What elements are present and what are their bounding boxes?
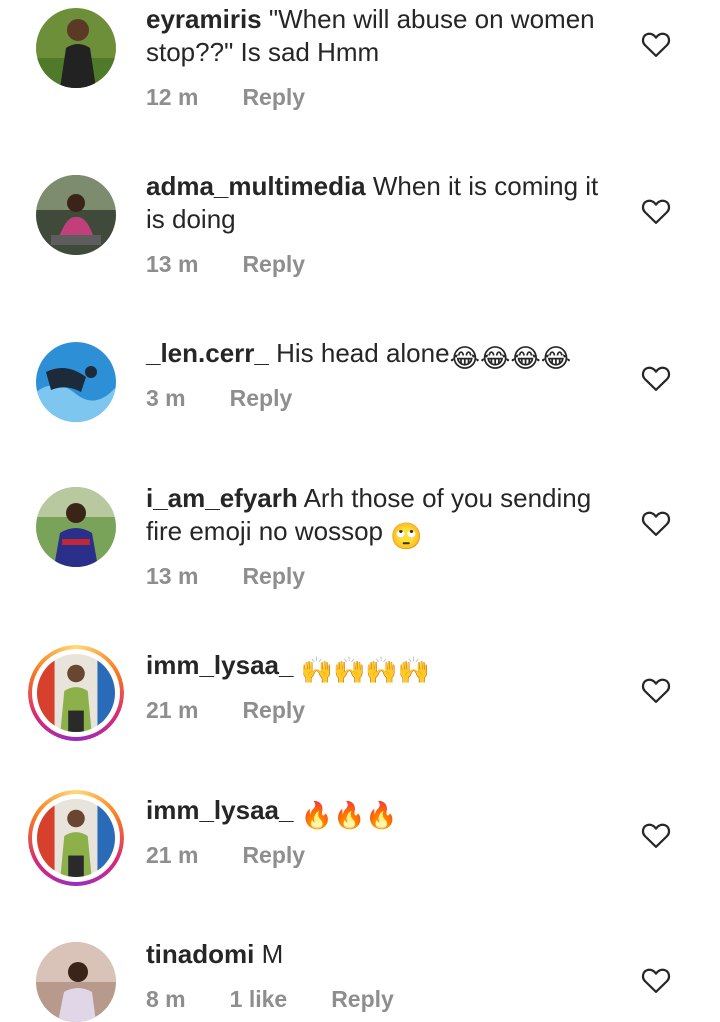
heart-outline-icon[interactable] xyxy=(641,821,671,849)
reply-button[interactable]: Reply xyxy=(230,385,293,412)
avatar[interactable] xyxy=(36,942,116,1022)
comment-body: His head alone xyxy=(276,338,450,368)
like-count[interactable]: 1 like xyxy=(230,986,288,1013)
avatar[interactable] xyxy=(36,8,116,88)
heart-outline-icon[interactable] xyxy=(641,197,671,225)
reply-button[interactable]: Reply xyxy=(331,986,394,1013)
username[interactable]: i_am_efyarh xyxy=(146,483,298,513)
heart-outline-icon[interactable] xyxy=(641,364,671,392)
emoji: 🙌🙌🙌🙌 xyxy=(300,655,431,685)
timestamp: 3 m xyxy=(146,385,186,411)
username[interactable]: imm_lysaa_ xyxy=(146,650,293,680)
heart-outline-icon[interactable] xyxy=(641,676,671,704)
timestamp: 8 m xyxy=(146,986,186,1012)
comment-body: M xyxy=(261,939,284,969)
comment-meta: 21 m Reply xyxy=(146,842,305,869)
emoji: 😂😂😂😂 xyxy=(449,343,572,373)
reply-button[interactable]: Reply xyxy=(242,84,305,111)
comment-meta: 21 m Reply xyxy=(146,697,305,724)
comment-meta: 13 m Reply xyxy=(146,251,305,278)
username[interactable]: imm_lysaa_ xyxy=(146,795,293,825)
heart-outline-icon[interactable] xyxy=(641,509,671,537)
emoji: 🔥🔥🔥 xyxy=(300,800,398,830)
avatar[interactable] xyxy=(28,645,124,741)
avatar[interactable] xyxy=(36,487,116,567)
comment-meta: 3 m Reply xyxy=(146,385,292,412)
timestamp: 21 m xyxy=(146,842,199,868)
username[interactable]: tinadomi xyxy=(146,939,254,969)
username[interactable]: _len.cerr_ xyxy=(146,338,269,368)
reply-button[interactable]: Reply xyxy=(242,697,305,724)
comment-text: _len.cerr_ His head alone😂😂😂😂 xyxy=(146,337,616,375)
username[interactable]: eyramiris xyxy=(146,4,262,34)
avatar[interactable] xyxy=(28,790,124,886)
reply-button[interactable]: Reply xyxy=(242,842,305,869)
comment-meta: 8 m 1 like Reply xyxy=(146,986,394,1013)
comment-text: eyramiris "When will abuse on women stop… xyxy=(146,3,616,69)
username[interactable]: adma_multimedia xyxy=(146,171,366,201)
timestamp: 21 m xyxy=(146,697,199,723)
emoji: 🙄 xyxy=(390,521,423,551)
avatar[interactable] xyxy=(36,342,116,422)
timestamp: 13 m xyxy=(146,251,199,277)
comment-text: tinadomi M xyxy=(146,938,616,971)
comment-text: i_am_efyarh Arh those of you sending fir… xyxy=(146,482,616,553)
comment-text: imm_lysaa_ 🔥🔥🔥 xyxy=(146,794,616,832)
comment-text: adma_multimedia When it is coming it is … xyxy=(146,170,616,236)
heart-outline-icon[interactable] xyxy=(641,30,671,58)
heart-outline-icon[interactable] xyxy=(641,966,671,994)
comment-text: imm_lysaa_ 🙌🙌🙌🙌 xyxy=(146,649,616,687)
reply-button[interactable]: Reply xyxy=(242,251,305,278)
comment-meta: 13 m Reply xyxy=(146,563,305,590)
comment-meta: 12 m Reply xyxy=(146,84,305,111)
timestamp: 12 m xyxy=(146,84,199,110)
reply-button[interactable]: Reply xyxy=(242,563,305,590)
timestamp: 13 m xyxy=(146,563,199,589)
avatar[interactable] xyxy=(36,175,116,255)
